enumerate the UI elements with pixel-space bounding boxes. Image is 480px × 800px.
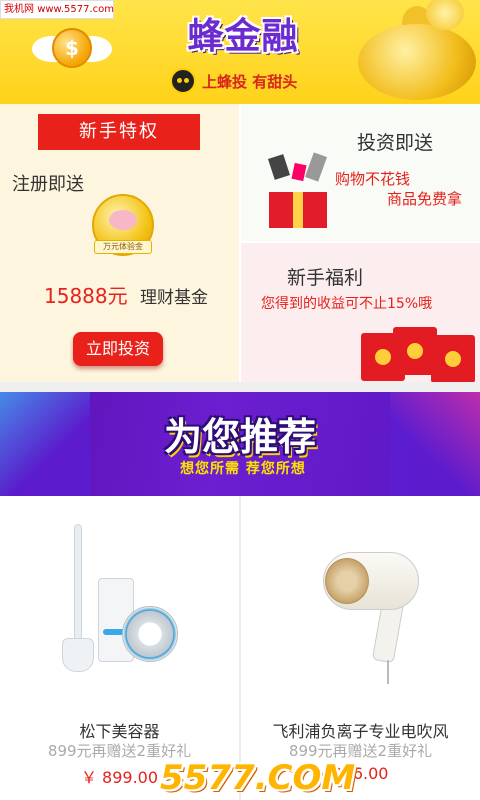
trial-fund-tag: 万元体验金 bbox=[94, 240, 152, 254]
watermark-bottom: 5577.COM bbox=[160, 758, 356, 798]
invest-gift-line1: 购物不花钱 bbox=[335, 170, 411, 188]
recommend-title: 为您推荐 bbox=[163, 415, 316, 459]
fund-label: 理财基金 bbox=[140, 288, 208, 308]
invest-gift-title: 投资即送 bbox=[357, 132, 434, 154]
invest-now-button[interactable]: 立即投资 bbox=[73, 332, 163, 366]
privilege-label: 新手特权 bbox=[38, 114, 200, 150]
recommend-banner[interactable]: 为您推荐 想您所需 荐您所想 bbox=[0, 392, 480, 496]
invest-gift-line2: 商品免费拿 bbox=[387, 190, 463, 208]
newbie-welfare-title: 新手福利 bbox=[287, 267, 364, 289]
winged-coin-icon: $ bbox=[32, 20, 112, 80]
newbie-welfare-desc: 您得到的收益可不止15%哦 bbox=[261, 296, 433, 312]
new-user-privilege-panel[interactable]: 新手特权 注册即送 万元体验金 15888元 理财基金 立即投资 bbox=[0, 104, 239, 382]
slogan-text: 上蜂投 有甜头 bbox=[202, 73, 298, 91]
red-envelope-icon bbox=[361, 327, 480, 383]
gold-piggy-bank-icon bbox=[340, 0, 480, 104]
slogan: 上蜂投 有甜头 bbox=[170, 68, 310, 96]
brand-title: 蜂金融 bbox=[187, 16, 299, 57]
product-divider bbox=[239, 496, 241, 800]
gift-box-icon bbox=[263, 152, 333, 232]
product-name: 飞利浦负离子专业电吹风 bbox=[272, 722, 449, 741]
watermark-top: 我机网 www.5577.com bbox=[0, 0, 114, 19]
newbie-welfare-panel[interactable]: 新手福利 您得到的收益可不止15%哦 bbox=[241, 243, 480, 383]
recommend-subtitle: 想您所需 荐您所想 bbox=[180, 461, 306, 477]
fund-amount: 15888元 bbox=[44, 284, 128, 308]
hair-dryer-product-image bbox=[281, 518, 441, 688]
header-banner[interactable]: 我机网 www.5577.com $ 蜂金融 上蜂投 有甜头 bbox=[0, 0, 480, 104]
watermark-site: 我机网 bbox=[4, 4, 34, 15]
toothbrush-product-image bbox=[40, 518, 200, 688]
bee-logo-icon bbox=[170, 68, 196, 94]
product-card[interactable]: 飞利浦负离子专业电吹风 899元再赠送2重好礼 286.00 bbox=[241, 496, 480, 800]
section-divider bbox=[0, 382, 480, 392]
product-card[interactable]: 松下美容器 899元再赠送2重好礼 ￥ 899.00 bbox=[0, 496, 239, 800]
register-gift-label: 注册即送 bbox=[12, 174, 84, 195]
promo-section: 新手特权 注册即送 万元体验金 15888元 理财基金 立即投资 投资即送 购物… bbox=[0, 104, 480, 383]
invest-gift-panel[interactable]: 投资即送 购物不花钱 商品免费拿 bbox=[241, 104, 480, 241]
product-name: 松下美容器 bbox=[79, 722, 160, 741]
watermark-url: www.5577.com bbox=[37, 4, 114, 15]
